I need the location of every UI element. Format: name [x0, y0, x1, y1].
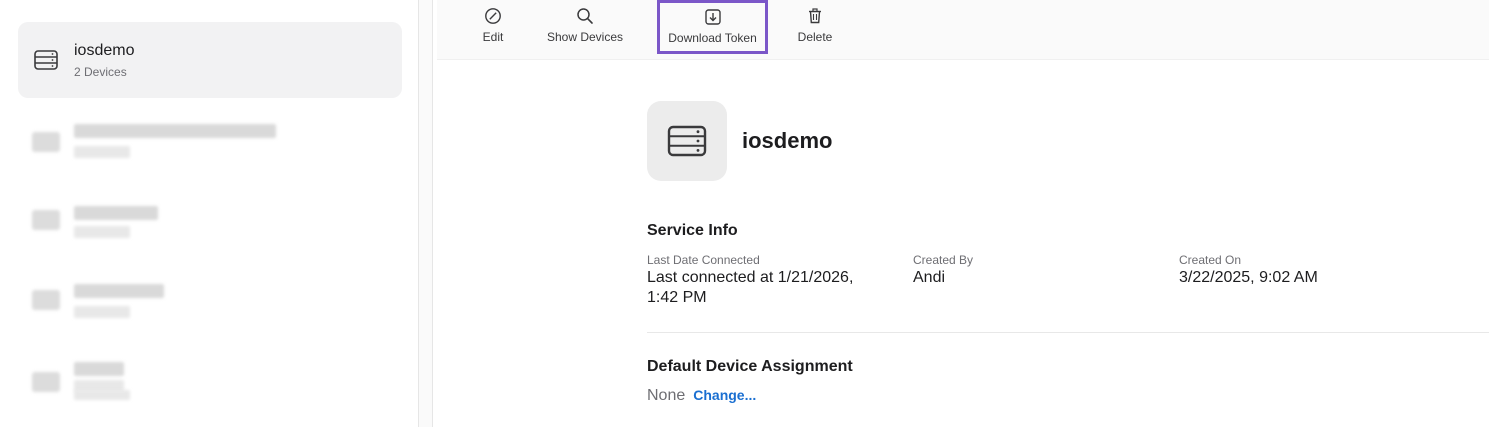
default-assignment-value: None — [647, 387, 686, 404]
redacted-text — [74, 226, 130, 238]
created-on-value: 3/22/2025, 9:02 AM — [1179, 269, 1318, 286]
edit-label: Edit — [482, 30, 504, 44]
redacted-text — [74, 390, 130, 400]
redacted-text — [74, 306, 130, 318]
section-divider — [647, 332, 1489, 333]
created-on-label: Created On — [1179, 253, 1242, 267]
delete-button[interactable]: Delete — [793, 0, 837, 54]
default-assignment-heading: Default Device Assignment — [647, 358, 853, 375]
created-by-label: Created By — [913, 253, 974, 267]
sidebar-item-redacted[interactable] — [18, 104, 402, 180]
redacted-icon — [32, 132, 60, 152]
download-token-label: Download Token — [668, 31, 757, 45]
show-devices-label: Show Devices — [546, 30, 624, 44]
trash-icon — [809, 8, 821, 24]
download-icon — [704, 9, 721, 25]
redacted-text — [74, 362, 124, 376]
server-icon — [667, 125, 707, 157]
last-connected-label: Last Date Connected — [647, 253, 760, 267]
toolbar: Edit Show Devices Download Token Delete — [437, 0, 1489, 60]
last-connected-value: Last connected at 1/21/2026, 1:42 PM — [647, 268, 853, 308]
split-divider[interactable] — [419, 0, 433, 427]
sidebar-item-name: iosdemo — [74, 42, 135, 59]
sidebar-item-subtitle: 2 Devices — [74, 65, 127, 79]
server-icon — [34, 50, 58, 70]
show-devices-button[interactable]: Show Devices — [541, 0, 629, 54]
redacted-icon — [32, 290, 60, 310]
delete-label: Delete — [797, 30, 833, 44]
sidebar-item-redacted[interactable] — [18, 186, 402, 262]
service-info-heading: Service Info — [647, 222, 738, 239]
sidebar-item-redacted[interactable] — [18, 268, 402, 344]
redacted-icon — [32, 372, 60, 392]
edit-button[interactable]: Edit — [473, 0, 513, 54]
last-connected-line-1: Last connected at 1/21/2026, — [647, 269, 854, 286]
redacted-text — [74, 284, 164, 298]
search-icon — [577, 8, 593, 24]
last-connected-line-2: 1:42 PM — [647, 289, 707, 306]
default-assignment-row: None Change... — [647, 387, 756, 405]
page-title: iosdemo — [742, 128, 833, 153]
service-avatar — [647, 101, 727, 181]
app-window: iosdemo 2 Devices Edit Show Devices Down… — [0, 0, 1489, 427]
edit-icon — [485, 8, 501, 24]
created-by-value: Andi — [913, 269, 946, 286]
sidebar: iosdemo 2 Devices — [0, 0, 419, 427]
change-assignment-link[interactable]: Change... — [693, 387, 756, 403]
redacted-text — [74, 206, 158, 220]
redacted-text — [74, 124, 276, 138]
redacted-text — [74, 146, 130, 158]
redacted-icon — [32, 210, 60, 230]
sidebar-item-redacted[interactable] — [18, 350, 402, 426]
sidebar-item-iosdemo[interactable]: iosdemo 2 Devices — [18, 22, 402, 98]
download-token-button[interactable]: Download Token — [657, 0, 768, 54]
